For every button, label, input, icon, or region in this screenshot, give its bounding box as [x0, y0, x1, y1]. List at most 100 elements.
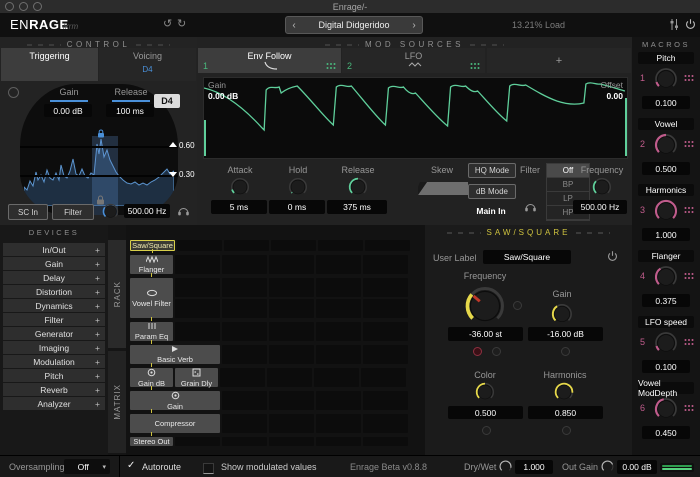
- matrix-cell[interactable]: [316, 391, 361, 410]
- main-in-label[interactable]: Main In: [468, 205, 514, 217]
- device-category-row[interactable]: Generator +: [3, 327, 105, 340]
- mod-source-dot[interactable]: [492, 347, 501, 356]
- add-device-icon[interactable]: +: [95, 357, 100, 367]
- macro-grid-icon[interactable]: [684, 338, 694, 348]
- threshold-high-marker[interactable]: [169, 142, 177, 147]
- preset-name[interactable]: Digital Didgeridoo: [302, 20, 406, 30]
- matrix-cell[interactable]: [175, 322, 220, 341]
- hold-knob[interactable]: [288, 177, 308, 197]
- threshold-high-line[interactable]: [20, 146, 178, 148]
- osc-frequency-value[interactable]: -36.00 st: [448, 327, 523, 341]
- matrix-cell[interactable]: [269, 299, 314, 318]
- add-device-icon[interactable]: +: [95, 399, 100, 409]
- macro-label[interactable]: LFO speed: [638, 316, 694, 328]
- tab-triggering[interactable]: Triggering: [1, 48, 98, 81]
- add-device-icon[interactable]: +: [95, 245, 100, 255]
- matrix-cell[interactable]: [269, 437, 314, 446]
- macro-label[interactable]: Vowel ModDepth: [638, 378, 694, 398]
- osc-frequency-knob[interactable]: [464, 285, 506, 327]
- matrix-cell[interactable]: [269, 278, 314, 297]
- macro-value[interactable]: 0.100: [642, 360, 690, 373]
- add-device-icon[interactable]: +: [95, 385, 100, 395]
- matrix-tab[interactable]: MATRIX: [108, 351, 126, 453]
- rack-device-saw-square[interactable]: Saw/Square: [130, 240, 175, 253]
- add-device-icon[interactable]: +: [95, 343, 100, 353]
- macro-grid-icon[interactable]: [684, 140, 694, 150]
- filter-button[interactable]: Filter: [52, 204, 94, 220]
- matrix-cell[interactable]: [363, 278, 408, 297]
- matrix-cell[interactable]: [314, 368, 359, 387]
- matrix-cell[interactable]: [222, 437, 267, 446]
- filter-mode-bp[interactable]: BP: [547, 178, 589, 192]
- rack-device-gain-db[interactable]: Gain dB: [130, 368, 173, 390]
- matrix-cell[interactable]: [175, 255, 220, 274]
- macro-value[interactable]: 0.375: [642, 294, 690, 307]
- matrix-cell[interactable]: [267, 368, 312, 387]
- matrix-cell[interactable]: [177, 240, 222, 251]
- device-category-row[interactable]: Modulation +: [3, 355, 105, 368]
- trigger-gain-value[interactable]: 0.00 dB: [44, 104, 92, 117]
- device-category-row[interactable]: Reverb +: [3, 383, 105, 396]
- threshold-low-line[interactable]: [20, 175, 178, 177]
- osc-gain-knob[interactable]: [551, 303, 573, 325]
- macro-knob[interactable]: [654, 265, 678, 289]
- rack-device-vowel-filter[interactable]: Vowel Filter: [130, 278, 173, 321]
- osc-harmonics-value[interactable]: 0.850: [528, 406, 603, 419]
- macro-label[interactable]: Flanger: [638, 250, 694, 262]
- matrix-cell[interactable]: [222, 345, 267, 364]
- headphone-icon[interactable]: [524, 201, 537, 214]
- matrix-cell[interactable]: [269, 391, 314, 410]
- loop-end-marker[interactable]: [625, 98, 627, 156]
- macro-label[interactable]: Pitch: [638, 52, 694, 64]
- undo-icon[interactable]: ↺: [163, 17, 172, 30]
- add-device-icon[interactable]: +: [95, 273, 100, 283]
- matrix-cell[interactable]: [269, 322, 314, 341]
- matrix-cell[interactable]: [365, 240, 410, 251]
- macro-label[interactable]: Harmonics: [638, 184, 694, 196]
- matrix-cell[interactable]: [316, 414, 361, 433]
- matrix-cell[interactable]: [175, 299, 220, 318]
- hq-mode-button[interactable]: HQ Mode: [468, 163, 516, 178]
- rack-device-param-eq[interactable]: Param Eq: [130, 322, 173, 344]
- add-device-icon[interactable]: +: [95, 301, 100, 311]
- device-category-row[interactable]: Filter +: [3, 313, 105, 326]
- user-label-input[interactable]: Saw/Square: [483, 250, 571, 264]
- display-gain-value[interactable]: 0.00 dB: [208, 91, 238, 101]
- matrix-cell[interactable]: [222, 322, 267, 341]
- matrix-cell[interactable]: [316, 437, 361, 446]
- matrix-cell[interactable]: [269, 345, 314, 364]
- rack-tab[interactable]: RACK: [108, 240, 126, 348]
- matrix-cell[interactable]: [316, 345, 361, 364]
- macro-knob[interactable]: [654, 397, 678, 421]
- mod-matrix-grid-icon[interactable]: [470, 62, 480, 72]
- device-category-row[interactable]: Gain +: [3, 257, 105, 270]
- autoroute-checkbox[interactable]: ✓: [127, 460, 135, 471]
- power-icon[interactable]: [685, 18, 696, 32]
- matrix-cell[interactable]: [222, 278, 267, 297]
- control-frequency-value[interactable]: 500.00 Hz: [124, 204, 170, 218]
- out-gain-value[interactable]: 0.00 dB: [617, 460, 657, 474]
- out-gain-knob[interactable]: [601, 460, 614, 473]
- macro-value[interactable]: 0.100: [642, 96, 690, 109]
- osc-color-knob[interactable]: [475, 382, 495, 402]
- link-ring-icon[interactable]: [8, 87, 19, 98]
- matrix-cell[interactable]: [222, 255, 267, 274]
- oversampling-dropdown[interactable]: Off ▾: [64, 459, 110, 474]
- matrix-cell[interactable]: [361, 368, 406, 387]
- release-knob[interactable]: [348, 177, 368, 197]
- headphone-icon[interactable]: [177, 205, 190, 218]
- mod-source-dot-active[interactable]: [473, 347, 482, 356]
- threshold-low-marker[interactable]: [169, 172, 177, 177]
- db-mode-button[interactable]: dB Mode: [468, 184, 516, 199]
- device-category-row[interactable]: Delay +: [3, 271, 105, 284]
- rack-device-grain-dly[interactable]: Grain Dly: [175, 368, 218, 388]
- dry-wet-value[interactable]: 1.000: [515, 460, 553, 474]
- trigger-release-value[interactable]: 100 ms: [106, 104, 154, 117]
- redo-icon[interactable]: ↻: [177, 17, 186, 30]
- device-category-row[interactable]: Analyzer +: [3, 397, 105, 410]
- matrix-cell[interactable]: [316, 322, 361, 341]
- macro-knob[interactable]: [654, 133, 678, 157]
- mod-source-dot[interactable]: [562, 426, 571, 435]
- tab-env-follow[interactable]: Env Follow 1: [198, 48, 341, 73]
- add-device-icon[interactable]: +: [95, 287, 100, 297]
